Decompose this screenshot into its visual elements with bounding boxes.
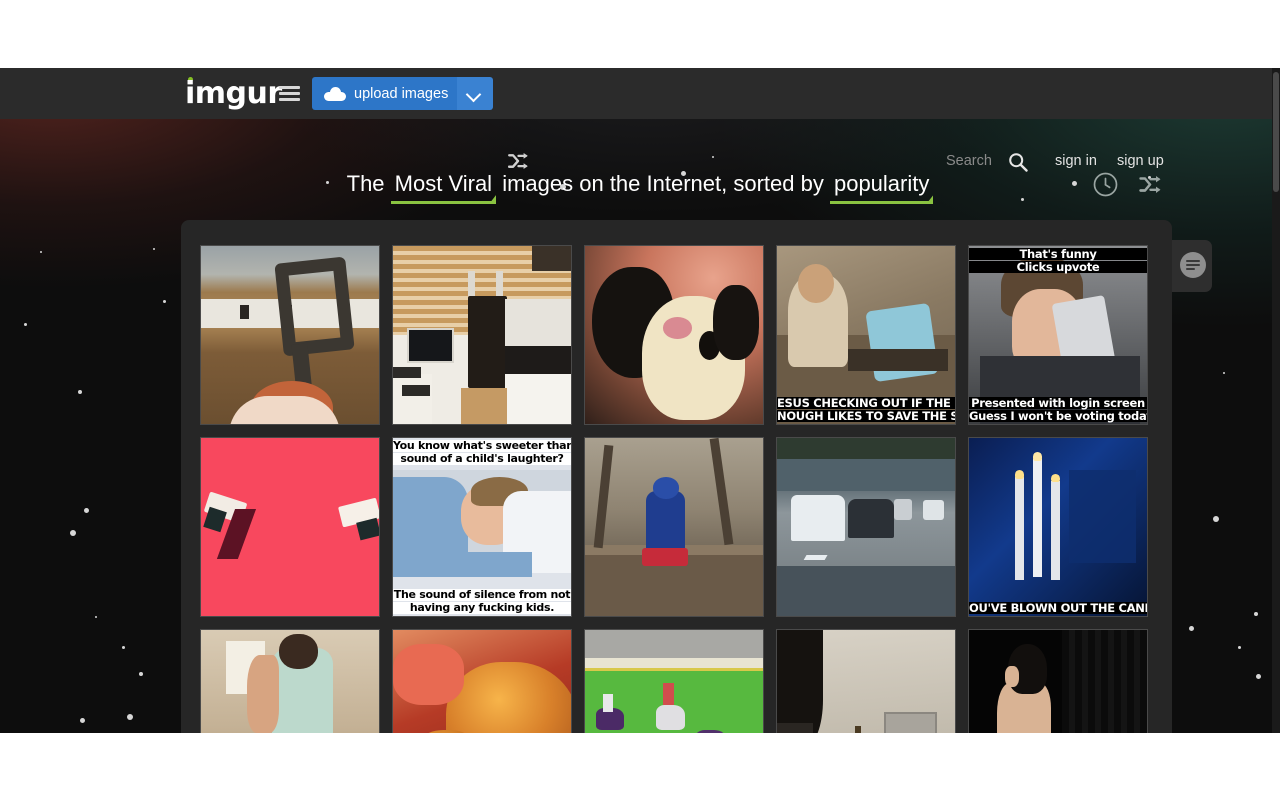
star-particle bbox=[127, 714, 133, 720]
sort-selector[interactable]: popularity bbox=[829, 161, 934, 207]
gallery-item-image bbox=[201, 246, 379, 424]
upload-button-label: upload images bbox=[354, 85, 449, 102]
title-prefix: The bbox=[346, 171, 385, 196]
meme-caption: NOUGH LIKES TO SAVE THE SICK CHILD bbox=[777, 410, 955, 422]
search-icon[interactable] bbox=[1008, 152, 1028, 172]
meme-caption: That's funny bbox=[969, 248, 1147, 260]
gallery-item[interactable] bbox=[584, 629, 764, 733]
meme-caption: You know what's sweeter than the bbox=[393, 439, 572, 452]
gallery-item-image bbox=[201, 438, 379, 616]
gallery-item[interactable] bbox=[392, 245, 572, 425]
star-particle bbox=[84, 508, 89, 513]
filter-selector[interactable]: Most Viral bbox=[390, 161, 497, 207]
star-particle bbox=[24, 323, 27, 326]
star-particle bbox=[139, 672, 143, 676]
meme-caption: having any fucking kids. bbox=[393, 602, 571, 614]
meme-caption: Guess I won't be voting today. bbox=[969, 408, 1148, 423]
hamburger-icon[interactable] bbox=[279, 86, 300, 101]
star-particle bbox=[712, 156, 714, 158]
imgur-app: The Most Viral images on the Internet, s… bbox=[0, 68, 1280, 733]
gallery-item-image bbox=[393, 630, 571, 733]
scrollbar-thumb[interactable] bbox=[1273, 72, 1279, 192]
gallery-item-image bbox=[585, 438, 763, 616]
gallery-item[interactable] bbox=[584, 437, 764, 617]
star-particle bbox=[1189, 626, 1194, 631]
page-root: The Most Viral images on the Internet, s… bbox=[0, 0, 1280, 800]
sign-in-link[interactable]: sign in bbox=[1055, 153, 1097, 169]
gallery-item[interactable] bbox=[200, 437, 380, 617]
meme-caption: ESUS CHECKING OUT IF THE PHOTO HA bbox=[777, 397, 955, 409]
upload-options-dropdown[interactable] bbox=[457, 77, 493, 110]
gallery-item[interactable] bbox=[776, 629, 956, 733]
gallery-item-image bbox=[201, 630, 379, 733]
page-scrollbar[interactable] bbox=[1272, 68, 1280, 733]
gallery-item[interactable] bbox=[200, 245, 380, 425]
gallery-item[interactable] bbox=[968, 629, 1148, 733]
gallery-item[interactable]: You know what's sweeter than thesound of… bbox=[392, 437, 572, 617]
gallery-panel: ESUS CHECKING OUT IF THE PHOTO HANOUGH L… bbox=[181, 220, 1172, 733]
star-particle bbox=[70, 530, 76, 536]
gallery-item-image bbox=[969, 630, 1147, 733]
gallery-item[interactable]: OU'VE BLOWN OUT THE CANDLES bbox=[968, 437, 1148, 617]
shuffle-icon[interactable] bbox=[1139, 175, 1163, 194]
gallery-grid: ESUS CHECKING OUT IF THE PHOTO HANOUGH L… bbox=[200, 245, 1153, 733]
star-particle bbox=[1238, 646, 1241, 649]
comments-side-tab[interactable] bbox=[1172, 240, 1212, 292]
cloud-upload-icon bbox=[324, 86, 346, 101]
star-particle bbox=[40, 251, 42, 253]
gallery-item-image bbox=[585, 630, 763, 733]
star-particle bbox=[1213, 516, 1219, 522]
meme-caption: OU'VE BLOWN OUT THE CANDLES bbox=[969, 602, 1147, 614]
gallery-item-image bbox=[969, 438, 1147, 616]
gallery-item[interactable] bbox=[776, 437, 956, 617]
meme-caption: The sound of silence from not bbox=[393, 588, 571, 602]
meme-caption: Presented with login screen bbox=[969, 397, 1147, 409]
imgur-logo[interactable]: imgur bbox=[185, 79, 282, 109]
meme-caption: Clicks upvote bbox=[969, 261, 1147, 273]
star-particle bbox=[1254, 612, 1258, 616]
search-input[interactable]: Search bbox=[946, 153, 992, 169]
star-particle bbox=[153, 248, 155, 250]
header-shuffle-icon[interactable] bbox=[508, 152, 530, 170]
star-particle bbox=[78, 390, 82, 394]
gallery-item[interactable]: ESUS CHECKING OUT IF THE PHOTO HANOUGH L… bbox=[776, 245, 956, 425]
star-particle bbox=[95, 616, 97, 618]
star-particle bbox=[1256, 674, 1261, 679]
star-particle bbox=[80, 718, 85, 723]
sign-up-link[interactable]: sign up bbox=[1117, 153, 1164, 169]
gallery-item-image bbox=[393, 246, 571, 424]
browser-chrome-bottom bbox=[0, 733, 1280, 800]
gallery-item-image bbox=[777, 630, 955, 733]
chevron-down-icon bbox=[465, 86, 482, 103]
gallery-item[interactable]: That's funny Clicks upvote Presented with … bbox=[968, 245, 1148, 425]
site-header: imgur upload images Search sign in sign … bbox=[0, 68, 1280, 172]
title-middle: images on the Internet, sorted by bbox=[502, 171, 824, 196]
gallery-item[interactable] bbox=[584, 245, 764, 425]
star-particle bbox=[163, 300, 166, 303]
star-particle bbox=[1223, 372, 1225, 374]
gallery-item[interactable] bbox=[392, 629, 572, 733]
comments-list-icon bbox=[1180, 252, 1206, 278]
gallery-item[interactable] bbox=[200, 629, 380, 733]
clock-icon[interactable] bbox=[1093, 172, 1118, 197]
browser-chrome-top bbox=[0, 0, 1280, 68]
star-particle bbox=[122, 646, 125, 649]
gallery-item-image bbox=[777, 438, 955, 616]
upload-images-button[interactable]: upload images bbox=[312, 77, 457, 110]
gallery-item-image bbox=[585, 246, 763, 424]
meme-caption: sound of a child's laughter? bbox=[393, 453, 571, 465]
